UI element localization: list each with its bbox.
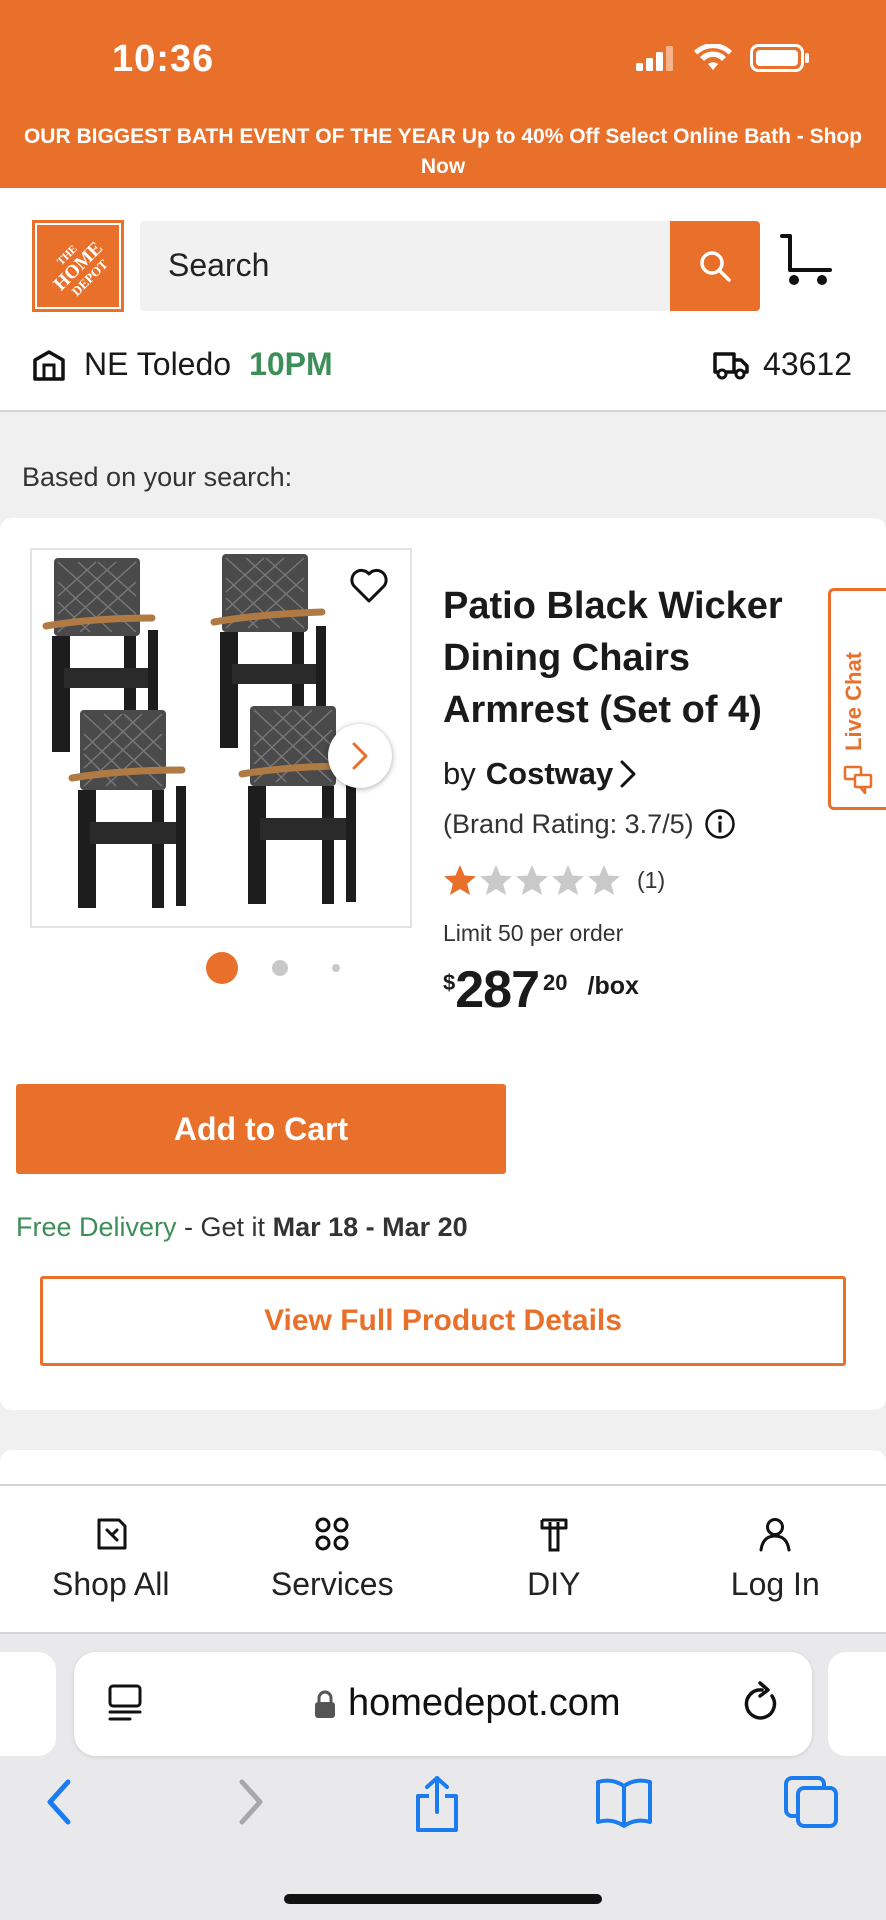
brand-rating: (Brand Rating: 3.7/5) [443, 808, 736, 840]
status-time: 10:36 [112, 38, 215, 80]
heart-icon [350, 568, 388, 603]
next-tab-preview[interactable] [828, 1652, 886, 1756]
star-empty-icon [516, 865, 548, 895]
shop-all-icon [97, 1518, 127, 1550]
browser-chrome: homedepot.com [0, 1634, 886, 1920]
nav-label: Log In [730, 1566, 820, 1602]
delivery-get-it: - Get it [176, 1212, 273, 1242]
url-display: homedepot.com [314, 1682, 621, 1725]
info-icon[interactable] [704, 808, 736, 840]
page-menu-icon[interactable] [106, 1682, 146, 1727]
nav-log-in[interactable]: Log In [665, 1486, 886, 1632]
zip-code: 43612 [763, 346, 852, 382]
chevron-right-icon [352, 742, 368, 770]
nav-services[interactable]: Services [222, 1486, 444, 1632]
search-button[interactable] [670, 221, 760, 311]
home-depot-logo[interactable]: THE HOME DEPOT [32, 220, 124, 312]
store-icon [33, 349, 65, 381]
pagination-dot[interactable] [272, 960, 288, 976]
brand-link[interactable]: by Costway [443, 756, 639, 792]
live-chat-button[interactable]: Live Chat [828, 588, 886, 810]
star-empty-icon [480, 865, 512, 895]
delivery-zip[interactable]: 43612 [713, 346, 852, 383]
chevron-right-icon [620, 760, 636, 788]
reload-icon [744, 1681, 777, 1720]
user-icon [759, 1518, 791, 1552]
results-heading: Based on your search: [22, 462, 293, 492]
logo-icon: THE HOME DEPOT [32, 220, 124, 312]
browser-toolbar [0, 1774, 886, 1844]
url-text: homedepot.com [348, 1682, 621, 1724]
brand-name: Costway [485, 756, 614, 791]
add-to-cart-button[interactable]: Add to Cart [16, 1084, 506, 1174]
view-full-details-button[interactable]: View Full Product Details [40, 1276, 846, 1366]
previous-tab-preview[interactable] [0, 1652, 56, 1756]
free-delivery: Free Delivery [16, 1212, 177, 1242]
store-selector[interactable]: NE Toledo 10PM [32, 346, 333, 383]
live-chat-label: Live Chat [841, 651, 866, 751]
nav-shop-all[interactable]: Shop All [0, 1486, 222, 1632]
site-header: THE HOME DEPOT Search NE Toledo 10PM 436… [0, 188, 886, 412]
diy-icon [540, 1518, 568, 1552]
product-image[interactable] [30, 548, 412, 928]
back-icon[interactable] [42, 1774, 76, 1830]
delivery-truck-icon [713, 351, 749, 379]
order-limit: Limit 50 per order [443, 920, 624, 946]
bookmarks-icon[interactable] [594, 1774, 654, 1830]
search-input[interactable]: Search [140, 221, 670, 311]
store-name: NE Toledo [84, 346, 232, 382]
battery-icon [750, 44, 809, 72]
star-empty-icon [588, 865, 620, 895]
brand-by: by [443, 756, 476, 791]
nav-label: DIY [527, 1566, 581, 1602]
services-icon [315, 1517, 349, 1551]
nav-label: Shop All [52, 1566, 170, 1602]
rating-count: (1) [637, 866, 666, 893]
status-icons [636, 44, 810, 72]
star-empty-icon [552, 865, 584, 895]
product-price: $ 287 20 /box [443, 962, 639, 1018]
search-icon [700, 251, 731, 282]
cart-icon [780, 234, 832, 285]
tabs-icon[interactable] [782, 1774, 842, 1830]
cart-button[interactable] [778, 232, 834, 293]
store-hours: 10PM [249, 346, 333, 382]
price-unit: /box [587, 972, 639, 1000]
delivery-dates: Mar 18 - Mar 20 [272, 1212, 468, 1242]
price-dollars: 287 [455, 961, 540, 1019]
delivery-info: Free Delivery - Get it Mar 18 - Mar 20 [16, 1212, 468, 1243]
home-indicator [284, 1894, 602, 1904]
promo-banner[interactable]: OUR BIGGEST BATH EVENT OF THE YEAR Up to… [0, 122, 886, 182]
image-pagination[interactable] [206, 952, 340, 984]
pagination-dot-active[interactable] [206, 952, 238, 984]
product-card: Patio Black Wicker Dining Chairs Armrest… [0, 518, 886, 1410]
share-icon[interactable] [412, 1774, 462, 1834]
brand-rating-text: (Brand Rating: 3.7/5) [443, 808, 694, 839]
image-next-button[interactable] [328, 724, 392, 788]
search-placeholder: Search [168, 247, 270, 283]
star-rating[interactable]: (1) [443, 864, 665, 896]
favorite-button[interactable] [350, 568, 388, 609]
pagination-dot[interactable] [332, 964, 340, 972]
forward-icon[interactable] [234, 1774, 268, 1830]
chair-3 [68, 710, 186, 908]
reload-button[interactable] [742, 1680, 782, 1729]
address-bar[interactable]: homedepot.com [74, 1652, 812, 1756]
price-cents: 20 [543, 970, 568, 995]
stars [443, 864, 621, 896]
price-currency: $ [443, 970, 456, 995]
bottom-nav: Shop All Services DIY Log In [0, 1484, 886, 1634]
chat-bubbles-icon [843, 765, 873, 800]
star-filled-icon [444, 865, 476, 895]
lock-icon [315, 1690, 335, 1718]
product-title[interactable]: Patio Black Wicker Dining Chairs Armrest… [443, 580, 833, 736]
nav-diy[interactable]: DIY [443, 1486, 665, 1632]
nav-label: Services [270, 1566, 394, 1602]
cellular-signal-icon [636, 46, 673, 71]
wifi-icon [694, 44, 732, 70]
